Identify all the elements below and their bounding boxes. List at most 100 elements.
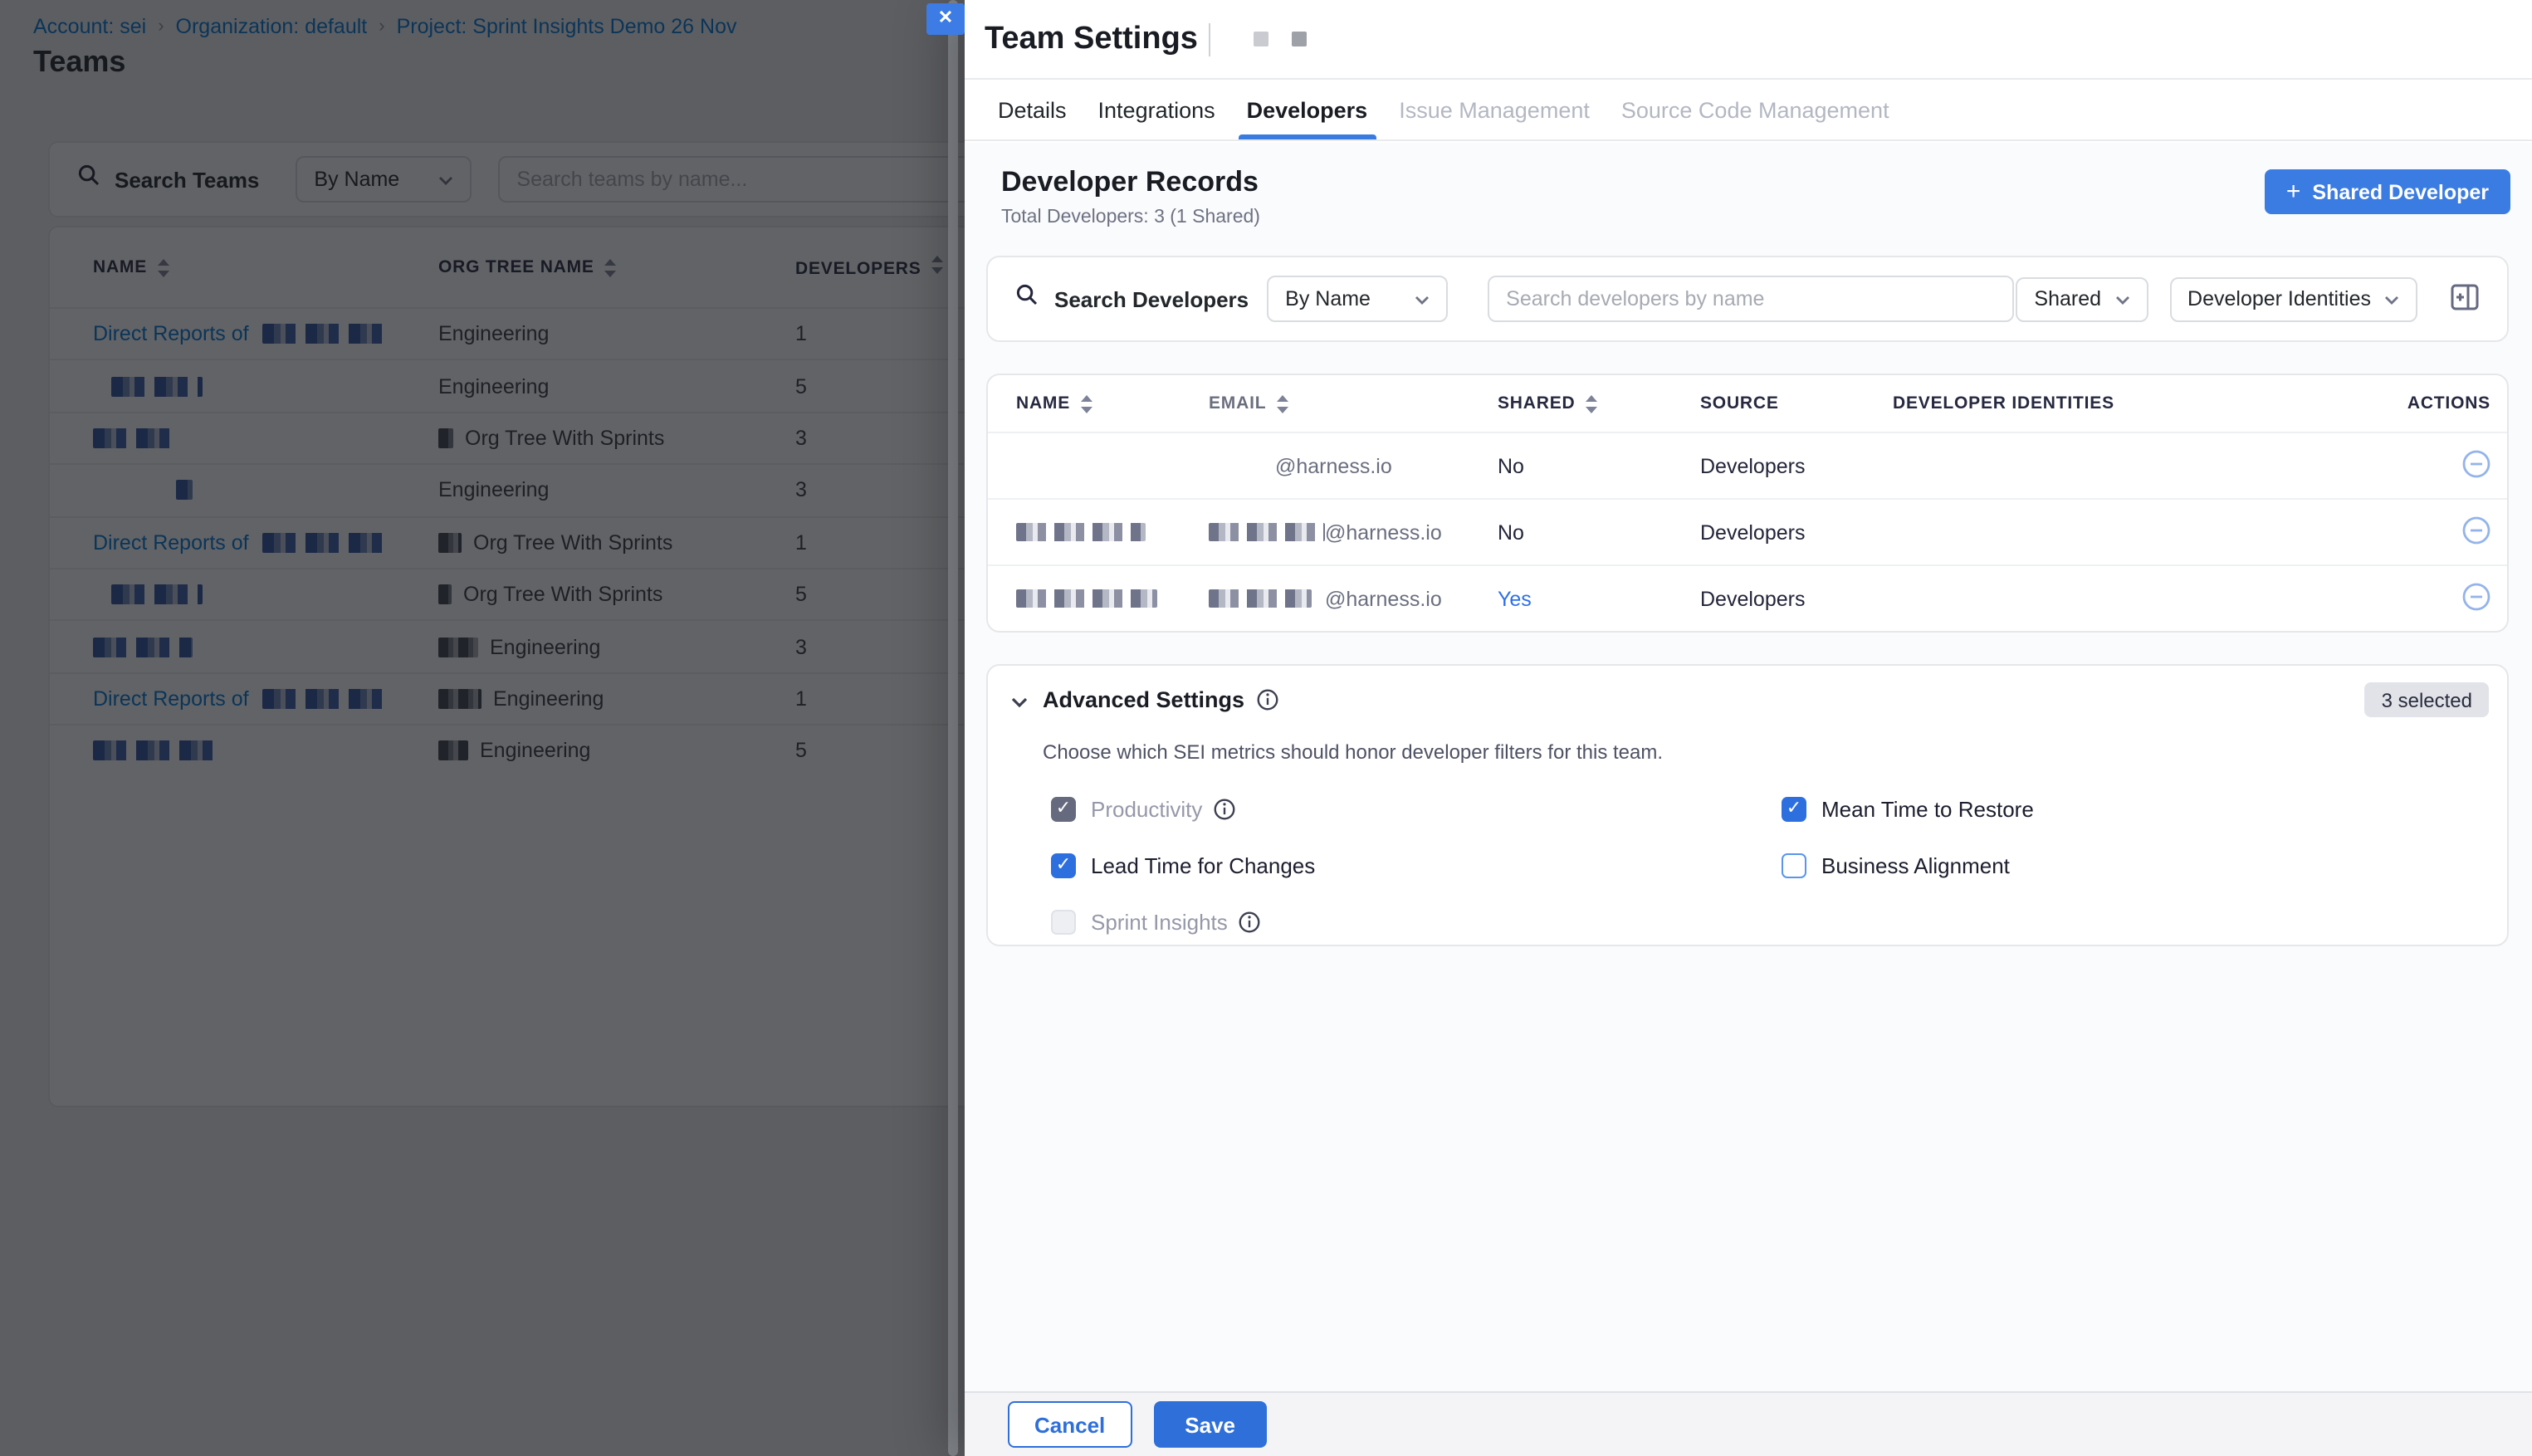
developers-table: NAME EMAIL SHARED SOURCE DEVELOPER IDENTITIE… xyxy=(986,374,2509,633)
developer-email-cell: @harness.io xyxy=(1209,454,1498,477)
column-header: SOURCE xyxy=(1700,393,1893,413)
drawer-title: Team Settings xyxy=(985,21,1198,57)
advanced-settings-card: Advanced Settings 3 selected Choose whic… xyxy=(986,664,2509,946)
metric-sprint-insights: Sprint Insights xyxy=(1051,910,1782,935)
search-icon xyxy=(1016,284,1038,314)
source-cell: Developers xyxy=(1700,587,1893,610)
team-settings-drawer: Team Settings Details Integrations Develop… xyxy=(965,0,2532,1456)
sort-icon[interactable] xyxy=(1080,394,1092,413)
developer-email: @harness.io xyxy=(1325,587,1442,610)
tab-source-code-management: Source Code Management xyxy=(1621,80,1889,139)
metric-business-alignment: Business Alignment xyxy=(1782,853,2489,878)
developers-table-header: NAME EMAIL SHARED SOURCE DEVELOPER IDENTITIE… xyxy=(988,375,2507,432)
close-icon: ✕ xyxy=(938,10,953,28)
column-header-label: DEVELOPER IDENTITIES xyxy=(1893,393,2114,413)
column-header-label: SHARED xyxy=(1498,393,1576,413)
column-header-label: EMAIL xyxy=(1209,393,1266,413)
shared-filter-dropdown[interactable]: Shared xyxy=(2016,276,2148,321)
checkbox-lead-time-for-changes[interactable]: ✓ xyxy=(1051,853,1076,878)
remove-developer-button[interactable] xyxy=(2462,582,2490,615)
drawer-close-button[interactable]: ✕ xyxy=(926,3,965,35)
shared-cell: No xyxy=(1498,454,1700,477)
metric-productivity: ✓ Productivity xyxy=(1051,797,1782,822)
advanced-settings-title: Advanced Settings xyxy=(1043,687,1244,712)
add-column-button[interactable] xyxy=(2451,281,2479,316)
remove-developer-button[interactable] xyxy=(2462,515,2490,549)
metrics-checkbox-grid: ✓ Productivity ✓ Lead Time for Changes Sprin… xyxy=(1051,797,2489,935)
metric-lead-time-for-changes: ✓ Lead Time for Changes xyxy=(1051,853,1782,878)
check-icon: ✓ xyxy=(1056,800,1071,818)
column-header: DEVELOPER IDENTITIES xyxy=(1893,393,2391,413)
page-scrollbar[interactable] xyxy=(948,0,958,1456)
developer-row: @harness.ioYesDevelopers xyxy=(988,564,2507,631)
sort-icon[interactable] xyxy=(1276,394,1288,413)
minus-circle-icon xyxy=(2462,515,2490,549)
developer-row: @harness.ioNoDevelopers xyxy=(988,498,2507,564)
developers-search-by-select[interactable]: By Name xyxy=(1267,276,1448,322)
drawer-tabs: Details Integrations Developers Issue Manag… xyxy=(965,80,2532,141)
developers-search-label: Search Developers xyxy=(1054,286,1249,311)
redacted-email-block xyxy=(1209,589,1312,608)
sort-icon[interactable] xyxy=(1586,394,1597,413)
plus-icon: + xyxy=(2286,179,2301,204)
metric-label: Sprint Insights xyxy=(1091,910,1228,935)
developers-search-input[interactable] xyxy=(1488,276,2014,322)
tab-details[interactable]: Details xyxy=(998,80,1067,139)
metric-label: Mean Time to Restore xyxy=(1821,797,2034,822)
source-cell: Developers xyxy=(1700,520,1893,544)
drawer-header: Team Settings xyxy=(965,0,2532,80)
checkbox-productivity: ✓ xyxy=(1051,797,1076,822)
column-header-label: SOURCE xyxy=(1700,393,1779,413)
info-icon[interactable] xyxy=(1256,689,1278,711)
tab-issue-management: Issue Management xyxy=(1399,80,1590,139)
metric-label: Business Alignment xyxy=(1821,853,2010,878)
developer-email-cell: @harness.io xyxy=(1209,520,1498,544)
add-column-icon xyxy=(2451,281,2479,316)
column-header[interactable]: EMAIL xyxy=(1209,393,1498,413)
cancel-button[interactable]: Cancel xyxy=(1008,1401,1132,1448)
developer-name-cell xyxy=(1016,523,1209,541)
tab-developers[interactable]: Developers xyxy=(1247,80,1368,139)
info-icon[interactable] xyxy=(1239,911,1261,933)
developer-name-cell xyxy=(1016,589,1209,608)
metric-label: Lead Time for Changes xyxy=(1091,853,1315,878)
minus-circle-icon xyxy=(2462,582,2490,615)
info-icon[interactable] xyxy=(1214,799,1235,820)
actions-cell xyxy=(2391,582,2490,615)
redacted-team-name-block xyxy=(1293,32,1308,46)
metric-mean-time-to-restore: ✓ Mean Time to Restore xyxy=(1782,797,2489,822)
shared-developer-button[interactable]: + Shared Developer xyxy=(2265,169,2510,214)
column-header[interactable]: SHARED xyxy=(1498,393,1700,413)
redacted-team-name-block xyxy=(1254,32,1269,46)
developer-row: @harness.io NoDevelopers xyxy=(988,432,2507,498)
checkbox-business-alignment[interactable] xyxy=(1782,853,1806,878)
chevron-down-icon xyxy=(1415,287,1430,310)
developer-records-header: Developer Records Total Developers: 3 (1… xyxy=(1001,166,2509,239)
check-icon: ✓ xyxy=(1056,857,1071,875)
column-header: ACTIONS xyxy=(2391,393,2490,413)
developer-filters-bar: Search Developers By Name Shared Develop… xyxy=(986,256,2509,342)
chevron-down-icon[interactable] xyxy=(1011,685,1028,715)
redacted-email-block xyxy=(1209,523,1325,541)
column-header[interactable]: NAME xyxy=(1016,393,1209,413)
developers-table-body: @harness.ioNoDevelopers@harness.ioNoDeve… xyxy=(988,432,2507,631)
advanced-settings-description: Choose which SEI metrics should honor de… xyxy=(1043,740,2489,764)
remove-developer-button[interactable] xyxy=(2462,449,2490,482)
save-button[interactable]: Save xyxy=(1153,1401,1267,1448)
redacted-name-block xyxy=(1016,589,1157,608)
checkbox-mean-time-to-restore[interactable]: ✓ xyxy=(1782,797,1806,822)
checkbox-sprint-insights xyxy=(1051,910,1076,935)
developer-identities-dropdown[interactable]: Developer Identities xyxy=(2169,276,2417,321)
developer-email-cell: @harness.io xyxy=(1209,587,1498,610)
actions-cell xyxy=(2391,515,2490,549)
check-icon: ✓ xyxy=(1787,800,1801,818)
actions-cell xyxy=(2391,449,2490,482)
minus-circle-icon xyxy=(2462,449,2490,482)
source-cell: Developers xyxy=(1700,454,1893,477)
drawer-body: Developer Records Total Developers: 3 (1… xyxy=(965,143,2532,1391)
developer-email: @harness.io xyxy=(1275,454,1392,477)
shared-cell: No xyxy=(1498,520,1700,544)
column-header-label: NAME xyxy=(1016,393,1070,413)
metric-label: Productivity xyxy=(1091,797,1202,822)
tab-integrations[interactable]: Integrations xyxy=(1098,80,1215,139)
